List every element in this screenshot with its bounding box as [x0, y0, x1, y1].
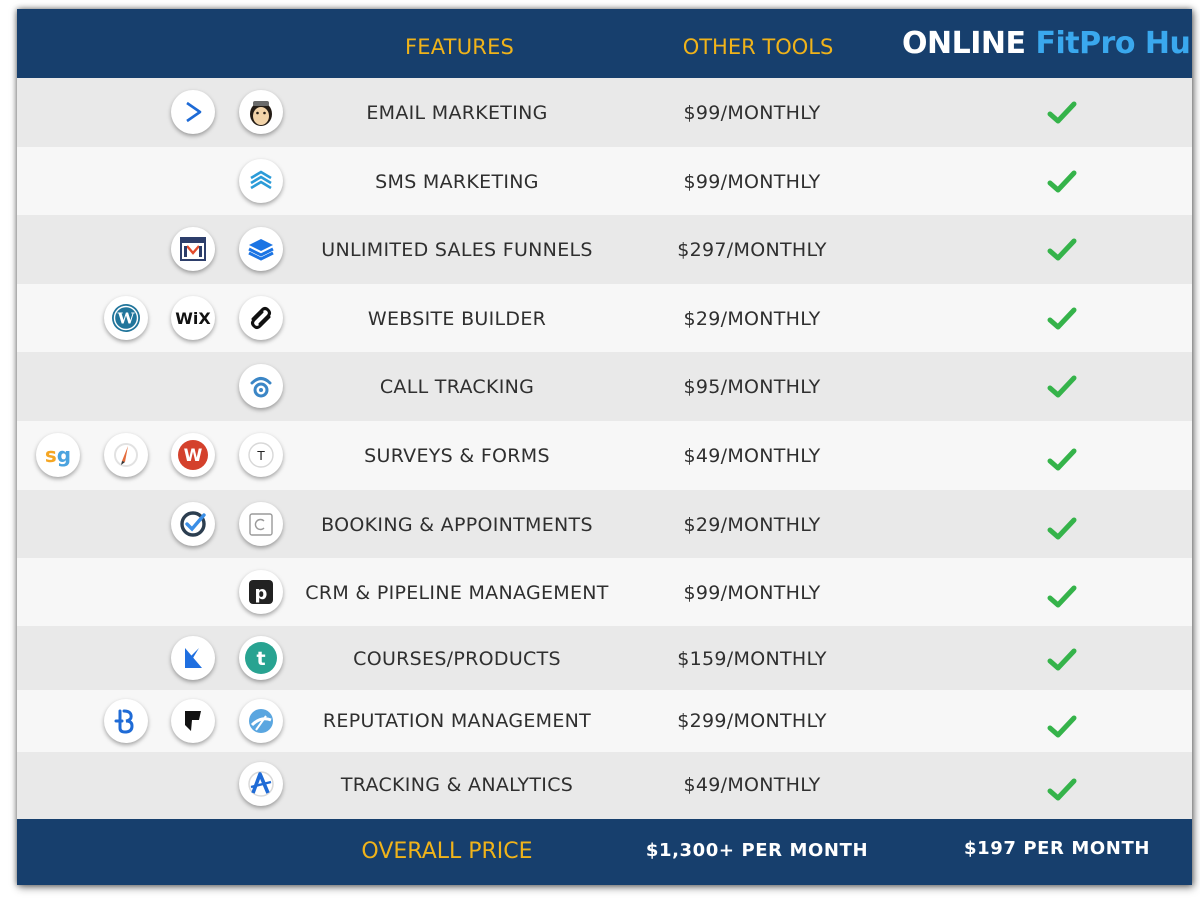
- feature-label: WEBSITE BUILDER: [367, 308, 547, 330]
- other-tools-price: $99/MONTHLY: [683, 171, 821, 193]
- table-row: t COURSES/PRODUCTS $159/MONTHLY: [17, 626, 1192, 690]
- other-tools-price: $99/MONTHLY: [683, 582, 821, 604]
- other-tools-price: $29/MONTHLY: [683, 308, 821, 330]
- feature-label: CALL TRACKING: [379, 376, 535, 398]
- other-tools-price: $95/MONTHLY: [683, 376, 821, 398]
- table-row: UNLIMITED SALES FUNNELS $297/MONTHLY: [17, 215, 1192, 284]
- brand-name: FitPro Hub: [1035, 26, 1192, 61]
- table-row: p CRM & PIPELINE MANAGEMENT $99/MONTHLY: [17, 558, 1192, 626]
- feature-label: SMS MARKETING: [375, 171, 539, 193]
- check-icon: [1047, 375, 1077, 398]
- table-row: sg W T SURVEYS & FORMS $49/MONTHLY: [17, 421, 1192, 490]
- feature-label: UNLIMITED SALES FUNNELS: [321, 239, 593, 261]
- table-footer: OVERALL PRICE $1,300+ PER MONTH $197 PER…: [17, 819, 1192, 885]
- table-row: EMAIL MARKETING $99/MONTHLY: [17, 78, 1192, 147]
- birdeye-icon: [104, 699, 148, 743]
- svg-text:p: p: [255, 583, 268, 604]
- features-column-header: FEATURES: [405, 35, 515, 59]
- other-tools-price: $297/MONTHLY: [677, 239, 827, 261]
- table-header: FEATURES OTHER TOOLS ONLINE FitPro Hub: [17, 9, 1192, 78]
- foursquare-icon: [171, 699, 215, 743]
- other-tools-column-header: OTHER TOOLS: [682, 35, 834, 59]
- check-icon: [1047, 238, 1077, 261]
- check-icon: [1047, 585, 1077, 608]
- feature-label: SURVEYS & FORMS: [364, 445, 550, 467]
- activecampaign-icon: [171, 90, 215, 134]
- other-tools-total: $1,300+ PER MONTH: [645, 840, 869, 861]
- analytics-icon: [239, 762, 283, 806]
- svg-text:sg: sg: [45, 443, 71, 467]
- table-row: W WiX WEBSITE BUILDER $29/MONTHLY: [17, 284, 1192, 352]
- table-row: BOOKING & APPOINTMENTS $29/MONTHLY: [17, 490, 1192, 558]
- feature-label: COURSES/PRODUCTS: [353, 648, 561, 670]
- brand-logo: ONLINE FitPro Hub: [902, 26, 1192, 61]
- acuity-icon: [171, 502, 215, 546]
- check-icon: [1047, 170, 1077, 193]
- svg-text:T: T: [256, 449, 265, 463]
- clickfunnels-icon: [171, 227, 215, 271]
- mailchimp-icon: [239, 90, 283, 134]
- check-icon: [1047, 715, 1077, 738]
- feature-label: REPUTATION MANAGEMENT: [322, 710, 592, 732]
- check-icon: [1047, 101, 1077, 124]
- check-icon: [1047, 648, 1077, 671]
- feature-label: EMAIL MARKETING: [366, 102, 548, 124]
- check-icon: [1047, 307, 1077, 330]
- wordpress-icon: W: [104, 296, 148, 340]
- svg-text:W: W: [184, 446, 203, 466]
- table-row: REPUTATION MANAGEMENT $299/MONTHLY: [17, 690, 1192, 752]
- svg-text:W: W: [117, 310, 136, 328]
- teachable-icon: t: [239, 636, 283, 680]
- calltracking-icon: [239, 364, 283, 408]
- wix-icon: WiX: [171, 296, 215, 340]
- other-tools-price: $299/MONTHLY: [677, 710, 827, 732]
- svg-text:WiX: WiX: [175, 309, 211, 328]
- fitpro-hub-total: $197 PER MONTH: [963, 838, 1150, 859]
- other-tools-price: $49/MONTHLY: [683, 445, 821, 467]
- other-tools-price: $99/MONTHLY: [683, 102, 821, 124]
- svg-text:t: t: [256, 648, 265, 670]
- feature-label: CRM & PIPELINE MANAGEMENT: [305, 582, 609, 604]
- surveygizmo-icon: sg: [36, 433, 80, 477]
- podium-icon: [239, 699, 283, 743]
- table-row: TRACKING & ANALYTICS $49/MONTHLY: [17, 752, 1192, 819]
- overall-price-label: OVERALL PRICE: [361, 839, 533, 864]
- pricing-comparison-card: FEATURES OTHER TOOLS ONLINE FitPro Hub E…: [17, 9, 1192, 885]
- other-tools-price: $49/MONTHLY: [683, 774, 821, 796]
- calendly-icon: [239, 502, 283, 546]
- leadpages-icon: [239, 227, 283, 271]
- check-icon: [1047, 778, 1077, 801]
- feature-label: BOOKING & APPOINTMENTS: [321, 514, 593, 536]
- check-icon: [1047, 448, 1077, 471]
- squarespace-icon: [239, 296, 283, 340]
- table-row: CALL TRACKING $95/MONTHLY: [17, 352, 1192, 421]
- other-tools-price: $29/MONTHLY: [683, 514, 821, 536]
- feature-label: TRACKING & ANALYTICS: [340, 774, 574, 796]
- wufoo-icon: W: [171, 433, 215, 477]
- kajabi-icon: [171, 636, 215, 680]
- brand-prefix: ONLINE: [902, 26, 1026, 61]
- check-icon: [1047, 517, 1077, 540]
- table-row: SMS MARKETING $99/MONTHLY: [17, 147, 1192, 215]
- formstack-icon: [104, 433, 148, 477]
- sms-stack-icon: [239, 159, 283, 203]
- other-tools-price: $159/MONTHLY: [677, 648, 827, 670]
- typeform-icon: T: [239, 433, 283, 477]
- pipedrive-icon: p: [239, 570, 283, 614]
